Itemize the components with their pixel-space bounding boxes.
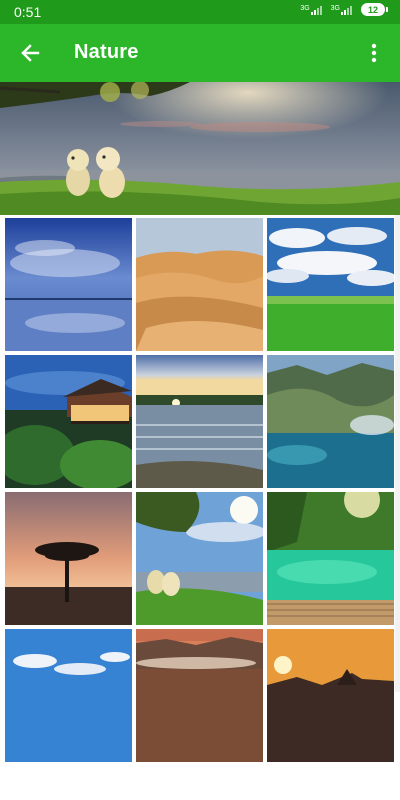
thumb-image xyxy=(136,355,263,488)
wallpaper-thumb[interactable] xyxy=(5,355,132,488)
thumb-image xyxy=(5,492,132,625)
wallpaper-thumb[interactable] xyxy=(136,355,263,488)
page-title: Nature xyxy=(74,41,139,63)
wallpaper-thumb[interactable] xyxy=(5,492,132,625)
wallpaper-thumb[interactable] xyxy=(136,629,263,762)
network-type-label: 3G xyxy=(330,5,340,12)
more-options-button[interactable] xyxy=(360,39,388,67)
status-time: 0:51 xyxy=(14,4,42,20)
signal-icon xyxy=(310,6,322,15)
thumb-image xyxy=(5,218,132,351)
wallpaper-thumb[interactable] xyxy=(267,355,394,488)
network-type-label: 3G xyxy=(300,5,310,12)
signal-icon xyxy=(341,6,352,15)
thumb-image xyxy=(136,629,263,762)
status-icons: 3G 3G 12 xyxy=(300,3,388,16)
thumb-image xyxy=(267,218,394,351)
wallpaper-thumb[interactable] xyxy=(267,629,394,762)
thumb-image xyxy=(5,355,132,488)
more-vert-icon xyxy=(371,43,377,63)
wallpaper-thumb[interactable] xyxy=(136,218,263,351)
thumb-image xyxy=(5,629,132,762)
battery-level: 12 xyxy=(361,3,385,16)
thumb-image xyxy=(136,218,263,351)
featured-wallpaper[interactable] xyxy=(0,82,400,215)
grid-scroll-edge xyxy=(395,215,400,692)
status-bar: 0:51 3G 3G 12 xyxy=(0,0,400,24)
thumb-image xyxy=(136,492,263,625)
wallpaper-thumb[interactable] xyxy=(267,218,394,351)
battery-icon: 12 xyxy=(361,3,388,16)
thumb-image xyxy=(267,355,394,488)
back-button[interactable] xyxy=(16,39,44,67)
wallpaper-thumb[interactable] xyxy=(267,492,394,625)
app-bar: Nature xyxy=(0,24,400,82)
thumb-image xyxy=(267,492,394,625)
hero-image xyxy=(0,82,400,215)
wallpaper-thumb[interactable] xyxy=(136,492,263,625)
signal-group-1: 3G xyxy=(300,4,324,15)
wallpaper-thumb[interactable] xyxy=(5,218,132,351)
wallpaper-thumb[interactable] xyxy=(5,629,132,762)
wallpaper-grid xyxy=(0,215,400,762)
thumb-image xyxy=(267,629,394,762)
arrow-left-icon xyxy=(21,44,40,62)
signal-group-2: 3G xyxy=(331,4,355,15)
